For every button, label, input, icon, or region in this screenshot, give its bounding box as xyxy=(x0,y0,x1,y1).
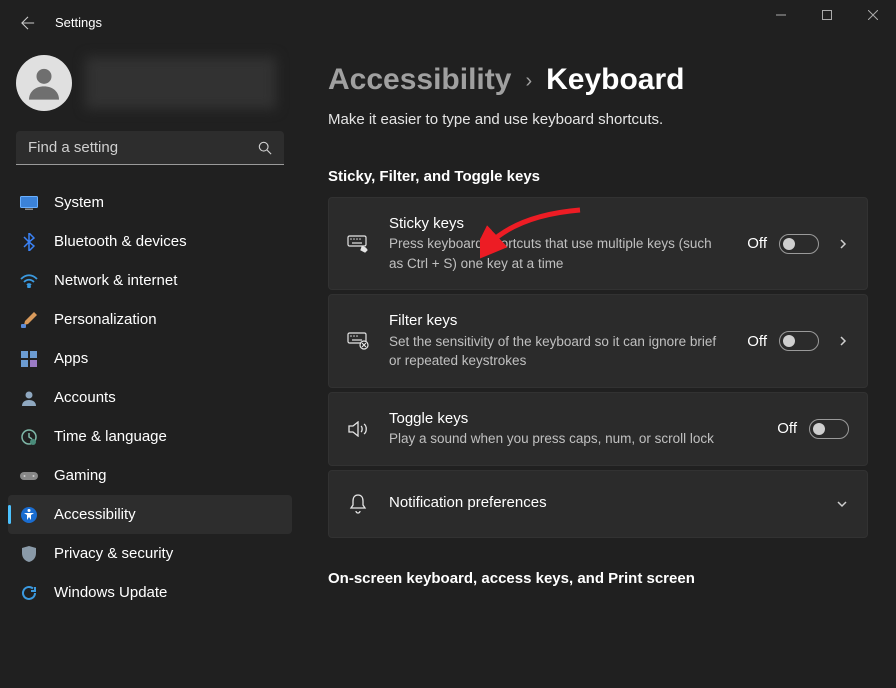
titlebar-label: Settings xyxy=(55,15,102,30)
setting-row-filter-keys[interactable]: Filter keysSet the sensitivity of the ke… xyxy=(328,294,868,387)
toggle-section: Off xyxy=(747,331,819,351)
setting-title: Sticky keys xyxy=(389,214,729,234)
setting-text: Notification preferences xyxy=(389,493,817,513)
sidebar-item-label: Accessibility xyxy=(54,506,136,523)
setting-title: Filter keys xyxy=(389,311,729,331)
section-header-2: On-screen keyboard, access keys, and Pri… xyxy=(328,570,868,587)
toggle-section: Off xyxy=(777,419,849,439)
toggle-switch[interactable] xyxy=(779,331,819,351)
chevron-right-icon[interactable] xyxy=(837,238,849,250)
sidebar-item-network-internet[interactable]: Network & internet xyxy=(8,261,292,300)
chevron-right-icon: › xyxy=(525,70,532,93)
back-button[interactable] xyxy=(20,15,36,31)
setting-desc: Press keyboard shortcuts that use multip… xyxy=(389,234,729,273)
setting-row-toggle-keys[interactable]: Toggle keysPlay a sound when you press c… xyxy=(328,392,868,466)
sidebar-item-time-language[interactable]: Time & language xyxy=(8,417,292,456)
page-subtitle: Make it easier to type and use keyboard … xyxy=(328,111,868,128)
setting-desc: Set the sensitivity of the keyboard so i… xyxy=(389,332,729,371)
profile[interactable] xyxy=(8,45,292,131)
sidebar-item-windows-update[interactable]: Windows Update xyxy=(8,573,292,612)
search-input[interactable] xyxy=(28,139,250,156)
apps-icon xyxy=(20,350,38,368)
nav: System Bluetooth & devices Network & inter… xyxy=(8,183,292,612)
gaming-icon xyxy=(20,467,38,485)
sidebar-item-apps[interactable]: Apps xyxy=(8,339,292,378)
chevron-right-icon[interactable] xyxy=(837,335,849,347)
sound-icon xyxy=(347,421,369,437)
chevron-down-icon xyxy=(835,497,849,511)
sidebar-item-system[interactable]: System xyxy=(8,183,292,222)
titlebar: Settings xyxy=(0,0,896,45)
breadcrumb: Accessibility › Keyboard xyxy=(328,63,868,97)
minimize-button[interactable] xyxy=(758,0,804,30)
setting-text: Filter keysSet the sensitivity of the ke… xyxy=(389,311,747,370)
setting-text: Toggle keysPlay a sound when you press c… xyxy=(389,409,777,449)
toggle-label: Off xyxy=(747,235,767,252)
toggle-switch[interactable] xyxy=(809,419,849,439)
window-controls xyxy=(758,0,896,30)
maximize-button[interactable] xyxy=(804,0,850,30)
bell-icon xyxy=(347,494,369,514)
avatar xyxy=(16,55,72,111)
search-box[interactable] xyxy=(16,131,284,165)
keyboard-x-icon xyxy=(347,332,369,350)
sidebar-item-label: Personalization xyxy=(54,311,157,328)
sidebar-item-label: Privacy & security xyxy=(54,545,173,562)
section-header: Sticky, Filter, and Toggle keys xyxy=(328,168,868,185)
clock-icon xyxy=(20,428,38,446)
sidebar-item-privacy-security[interactable]: Privacy & security xyxy=(8,534,292,573)
keyboard-hand-icon xyxy=(347,235,369,253)
sidebar-item-label: Gaming xyxy=(54,467,107,484)
search-icon xyxy=(258,141,272,155)
sidebar-item-personalization[interactable]: Personalization xyxy=(8,300,292,339)
toggle-label: Off xyxy=(777,420,797,437)
sidebar-item-bluetooth-devices[interactable]: Bluetooth & devices xyxy=(8,222,292,261)
sidebar: System Bluetooth & devices Network & inter… xyxy=(0,45,300,688)
breadcrumb-parent[interactable]: Accessibility xyxy=(328,63,511,97)
sidebar-item-label: Accounts xyxy=(54,389,116,406)
sidebar-item-accounts[interactable]: Accounts xyxy=(8,378,292,417)
sidebar-item-label: Bluetooth & devices xyxy=(54,233,187,250)
sidebar-item-label: System xyxy=(54,194,104,211)
breadcrumb-current: Keyboard xyxy=(546,63,684,97)
sidebar-item-label: Time & language xyxy=(54,428,167,445)
content: Accessibility › Keyboard Make it easier … xyxy=(300,45,896,688)
sidebar-item-label: Windows Update xyxy=(54,584,167,601)
sidebar-item-accessibility[interactable]: Accessibility xyxy=(8,495,292,534)
setting-title: Notification preferences xyxy=(389,493,799,513)
toggle-section: Off xyxy=(747,234,819,254)
sidebar-item-label: Apps xyxy=(54,350,88,367)
toggle-label: Off xyxy=(747,333,767,350)
shield-icon xyxy=(20,545,38,563)
account-icon xyxy=(20,389,38,407)
update-icon xyxy=(20,584,38,602)
bluetooth-icon xyxy=(20,233,38,251)
system-icon xyxy=(20,194,38,212)
accessibility-icon xyxy=(20,506,38,524)
profile-info xyxy=(86,57,276,109)
sidebar-item-label: Network & internet xyxy=(54,272,177,289)
setting-row-notification-preferences[interactable]: Notification preferences xyxy=(328,470,868,538)
setting-title: Toggle keys xyxy=(389,409,759,429)
setting-row-sticky-keys[interactable]: Sticky keysPress keyboard shortcuts that… xyxy=(328,197,868,290)
wifi-icon xyxy=(20,272,38,290)
setting-desc: Play a sound when you press caps, num, o… xyxy=(389,429,759,449)
brush-icon xyxy=(20,311,38,329)
close-button[interactable] xyxy=(850,0,896,30)
setting-text: Sticky keysPress keyboard shortcuts that… xyxy=(389,214,747,273)
sidebar-item-gaming[interactable]: Gaming xyxy=(8,456,292,495)
settings-group: Sticky keysPress keyboard shortcuts that… xyxy=(328,197,868,538)
toggle-switch[interactable] xyxy=(779,234,819,254)
